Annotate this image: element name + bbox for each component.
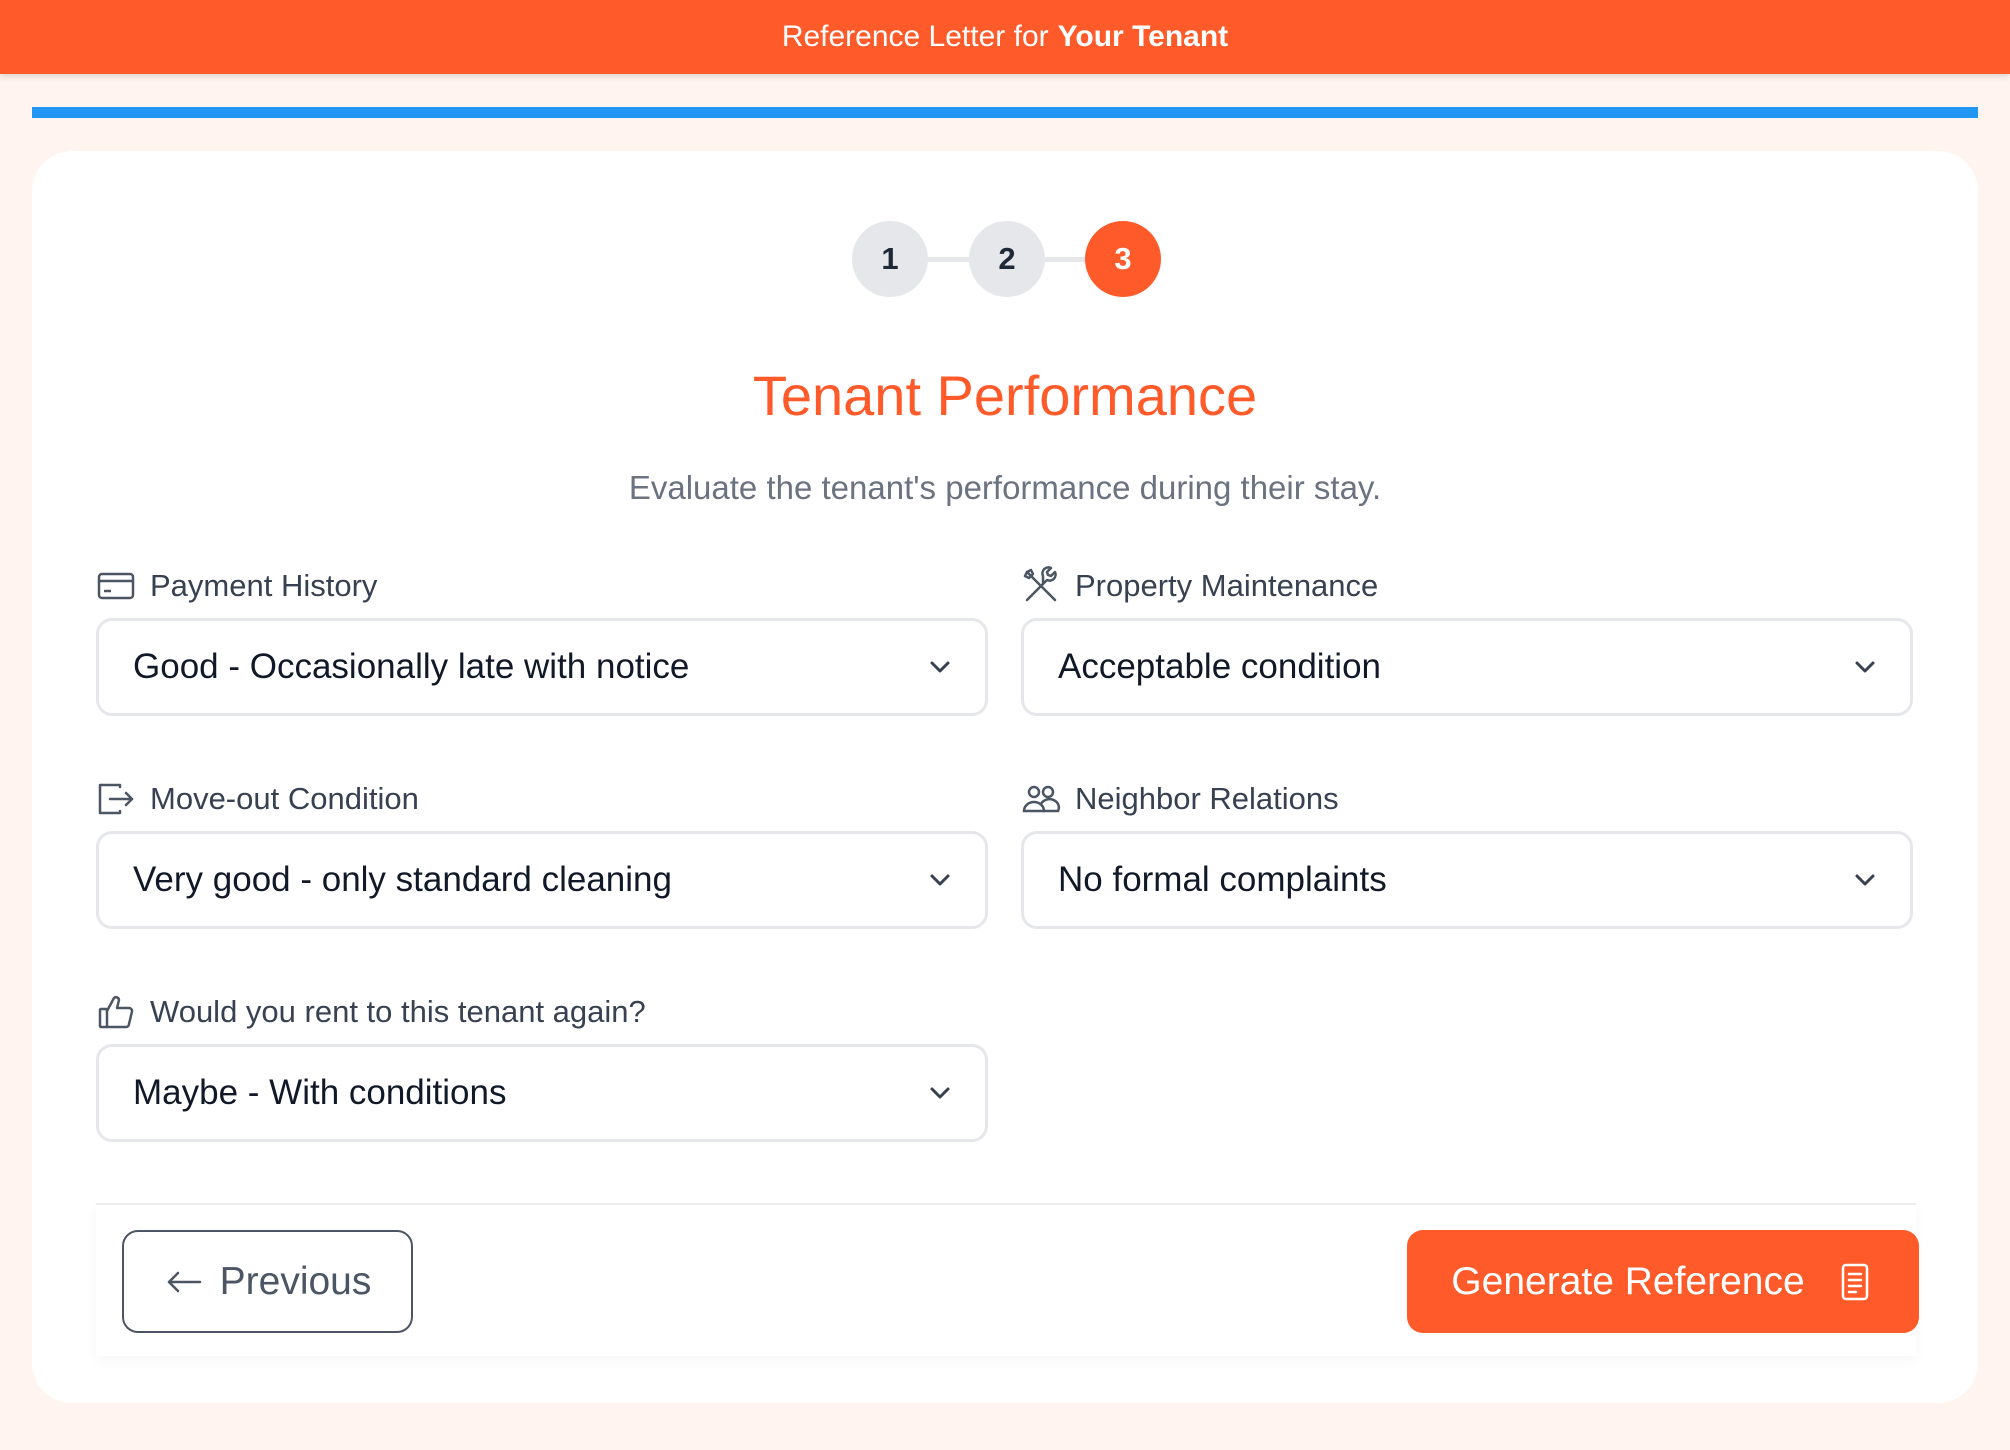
move-out-condition-label: Move-out Condition xyxy=(96,777,988,821)
people-icon xyxy=(1021,779,1061,819)
property-maintenance-field: Property Maintenance Acceptable conditio… xyxy=(1021,564,1913,716)
banner-title-bold: Your Tenant xyxy=(1057,20,1229,53)
move-out-condition-label-text: Move-out Condition xyxy=(150,781,419,816)
chevron-down-icon xyxy=(927,867,953,893)
progress-bar xyxy=(32,107,1978,118)
top-banner: Reference Letter for Your Tenant xyxy=(0,0,2010,74)
form-card: 1 2 3 Tenant Performance Evaluate the te… xyxy=(32,151,1978,1403)
generate-reference-button[interactable]: Generate Reference xyxy=(1407,1230,1919,1333)
move-out-condition-select[interactable]: Very good - only standard cleaning xyxy=(96,831,988,929)
payment-history-field: Payment History Good - Occasionally late… xyxy=(96,564,988,716)
neighbor-relations-label: Neighbor Relations xyxy=(1021,777,1913,821)
neighbor-relations-select[interactable]: No formal complaints xyxy=(1021,831,1913,929)
chevron-down-icon xyxy=(927,1080,953,1106)
stepper: 1 2 3 xyxy=(32,221,1978,297)
rent-again-label: Would you rent to this tenant again? xyxy=(96,990,988,1034)
property-maintenance-select[interactable]: Acceptable condition xyxy=(1021,618,1913,716)
banner-title-prefix: Reference Letter for xyxy=(781,20,1049,53)
previous-button-label: Previous xyxy=(219,1259,372,1303)
section-subtitle: Evaluate the tenant's performance during… xyxy=(628,469,1382,506)
move-out-condition-field: Move-out Condition Very good - only stan… xyxy=(96,777,988,929)
payment-history-label-text: Payment History xyxy=(150,568,378,603)
tools-icon xyxy=(1021,566,1061,606)
arrow-left-icon xyxy=(164,1262,204,1302)
move-out-condition-value: Very good - only standard cleaning xyxy=(133,860,672,899)
rent-again-value: Maybe - With conditions xyxy=(133,1073,507,1112)
property-maintenance-value: Acceptable condition xyxy=(1058,647,1381,686)
property-maintenance-label: Property Maintenance xyxy=(1021,564,1913,608)
payment-history-value: Good - Occasionally late with notice xyxy=(133,647,690,686)
chevron-down-icon xyxy=(1852,867,1878,893)
chevron-down-icon xyxy=(927,654,953,680)
property-maintenance-label-text: Property Maintenance xyxy=(1075,568,1379,603)
previous-button[interactable]: Previous xyxy=(122,1230,413,1333)
neighbor-relations-field: Neighbor Relations No formal complaints xyxy=(1021,777,1913,929)
step-2[interactable]: 2 xyxy=(969,221,1045,297)
rent-again-select[interactable]: Maybe - With conditions xyxy=(96,1044,988,1142)
generate-reference-button-label: Generate Reference xyxy=(1451,1259,1805,1303)
neighbor-relations-value: No formal complaints xyxy=(1058,860,1387,899)
payment-history-select[interactable]: Good - Occasionally late with notice xyxy=(96,618,988,716)
chevron-down-icon xyxy=(1852,654,1878,680)
section-title: Tenant Performance xyxy=(752,364,1258,427)
step-1[interactable]: 1 xyxy=(852,221,928,297)
rent-again-label-text: Would you rent to this tenant again? xyxy=(150,994,646,1029)
document-icon xyxy=(1835,1262,1875,1302)
progress-bar-fill xyxy=(32,107,1978,118)
rent-again-field: Would you rent to this tenant again? May… xyxy=(96,990,988,1142)
step-3[interactable]: 3 xyxy=(1085,221,1161,297)
thumbs-up-icon xyxy=(96,992,136,1032)
exit-icon xyxy=(96,779,136,819)
neighbor-relations-label-text: Neighbor Relations xyxy=(1075,781,1339,816)
payment-history-label: Payment History xyxy=(96,564,988,608)
form-footer: Previous Generate Reference xyxy=(96,1203,1919,1356)
credit-card-icon xyxy=(96,566,136,606)
